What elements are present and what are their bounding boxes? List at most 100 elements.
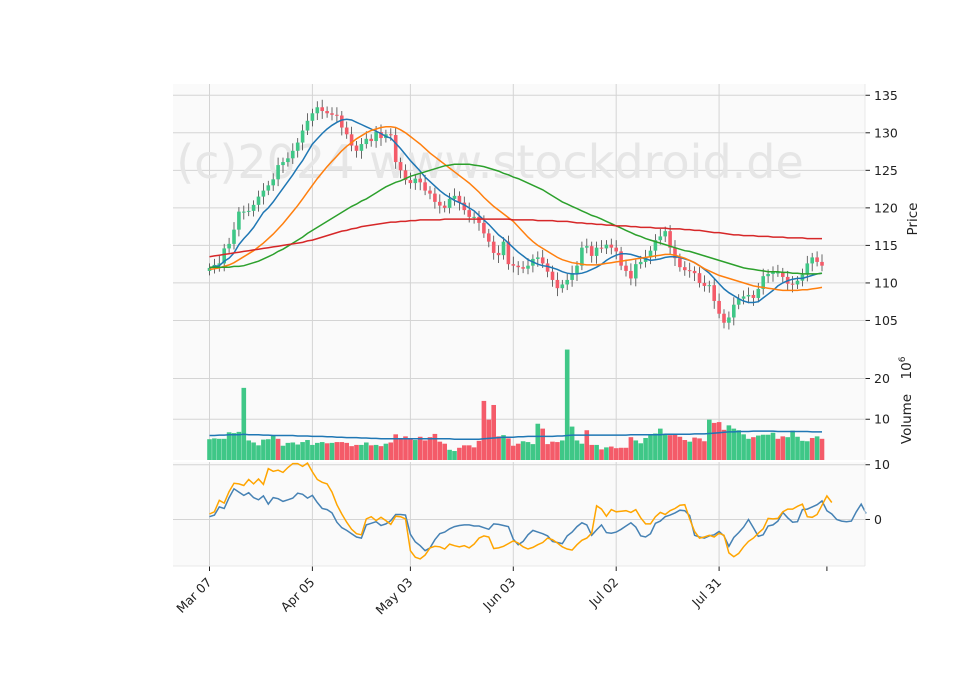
oscillator-tick-label: 10 <box>874 457 890 472</box>
volume-bar <box>486 419 492 460</box>
candle-body <box>663 231 667 237</box>
volume-bar <box>246 440 251 460</box>
volume-bar <box>760 434 766 460</box>
candle-body <box>629 270 633 279</box>
stock-chart: (c)2024 www.stockdroid.de Price Volume M… <box>0 0 960 690</box>
volume-bar <box>383 443 389 460</box>
volume-bar <box>349 446 354 460</box>
volume-bar <box>613 448 619 460</box>
candle-body <box>344 127 349 135</box>
volume-bar <box>506 438 511 460</box>
volume-bar <box>476 440 482 460</box>
volume-bar <box>452 451 457 460</box>
volume-bar <box>462 445 467 460</box>
candle-body <box>526 265 530 269</box>
volume-bar <box>266 439 271 460</box>
volume-bar <box>579 443 585 460</box>
volume-bar <box>344 442 349 460</box>
candle-body <box>281 162 285 166</box>
volume-bar <box>716 422 722 460</box>
volume-bar <box>623 447 629 460</box>
volume-bar <box>726 425 732 460</box>
candle-body <box>354 145 359 151</box>
candle-body <box>423 182 427 191</box>
candle-body <box>246 210 251 212</box>
candle-body <box>408 180 413 184</box>
volume-bar <box>481 400 487 460</box>
candle-body <box>810 257 814 264</box>
candle-body <box>771 272 775 274</box>
price-axis-title: Price <box>905 203 921 236</box>
candle-body <box>540 257 545 264</box>
volume-bar <box>653 433 658 460</box>
volume-bar <box>261 439 266 460</box>
candle-body <box>820 261 824 266</box>
volume-bar <box>638 443 643 460</box>
volume-bar <box>687 441 692 460</box>
volume-bar <box>295 444 300 460</box>
x-tick-label: Jul 02 <box>585 575 621 611</box>
candle-body <box>790 283 795 285</box>
volume-tick-label: 10 <box>874 412 890 427</box>
candle-body <box>340 115 344 128</box>
volume-bar <box>790 430 795 460</box>
candle-body <box>227 243 231 249</box>
candle-body <box>658 236 663 241</box>
candle-body <box>536 257 540 259</box>
candle-body <box>687 270 692 272</box>
volume-bar <box>707 419 712 460</box>
volume-bar <box>643 437 648 460</box>
candle-body <box>683 267 687 271</box>
volume-bar <box>290 442 296 460</box>
candle-body <box>575 265 579 274</box>
candle-body <box>609 244 614 248</box>
candle-body <box>232 229 236 244</box>
candle-body <box>585 246 589 248</box>
candle-body <box>678 258 682 268</box>
volume-bar <box>442 443 447 460</box>
candle-body <box>697 273 702 283</box>
x-tick-label: Jun 03 <box>479 575 518 614</box>
volume-bar <box>256 445 261 460</box>
candle-body <box>315 107 320 114</box>
volume-scale-label: 106 <box>898 356 915 379</box>
volume-bar <box>403 436 408 460</box>
candle-body <box>271 179 275 186</box>
volume-bar <box>746 438 751 460</box>
volume-bar <box>805 441 810 460</box>
candle-body <box>291 150 295 159</box>
volume-bar <box>398 438 403 460</box>
candle-body <box>237 211 241 230</box>
volume-axis-title: Volume <box>899 394 915 444</box>
candle-body <box>756 288 761 298</box>
volume-bar <box>628 437 634 460</box>
volume-bar <box>648 435 653 460</box>
volume-bar <box>564 349 570 460</box>
volume-bar <box>207 439 212 460</box>
volume-bar <box>569 426 575 460</box>
volume-bar <box>388 442 394 460</box>
candle-body <box>511 264 516 266</box>
volume-bar <box>775 438 781 460</box>
candle-body <box>310 113 315 121</box>
volume-bar <box>501 435 506 460</box>
volume-bar <box>618 447 624 460</box>
volume-bar <box>662 433 668 460</box>
volume-bar <box>275 438 281 460</box>
volume-bar <box>545 444 550 460</box>
candle-body <box>428 190 432 194</box>
volume-bar <box>721 429 727 460</box>
candle-body <box>398 162 403 171</box>
volume-bar <box>368 445 374 460</box>
candle-body <box>295 142 300 151</box>
volume-bar <box>221 438 227 460</box>
candle-body <box>501 241 506 256</box>
volume-bar <box>432 433 438 460</box>
price-tick-label: 110 <box>874 275 898 290</box>
volume-bar <box>795 436 800 460</box>
volume-bar <box>359 444 364 460</box>
volume-bar <box>819 438 825 460</box>
candle-body <box>442 205 447 208</box>
candle-body <box>452 195 457 199</box>
volume-bar <box>329 442 335 460</box>
